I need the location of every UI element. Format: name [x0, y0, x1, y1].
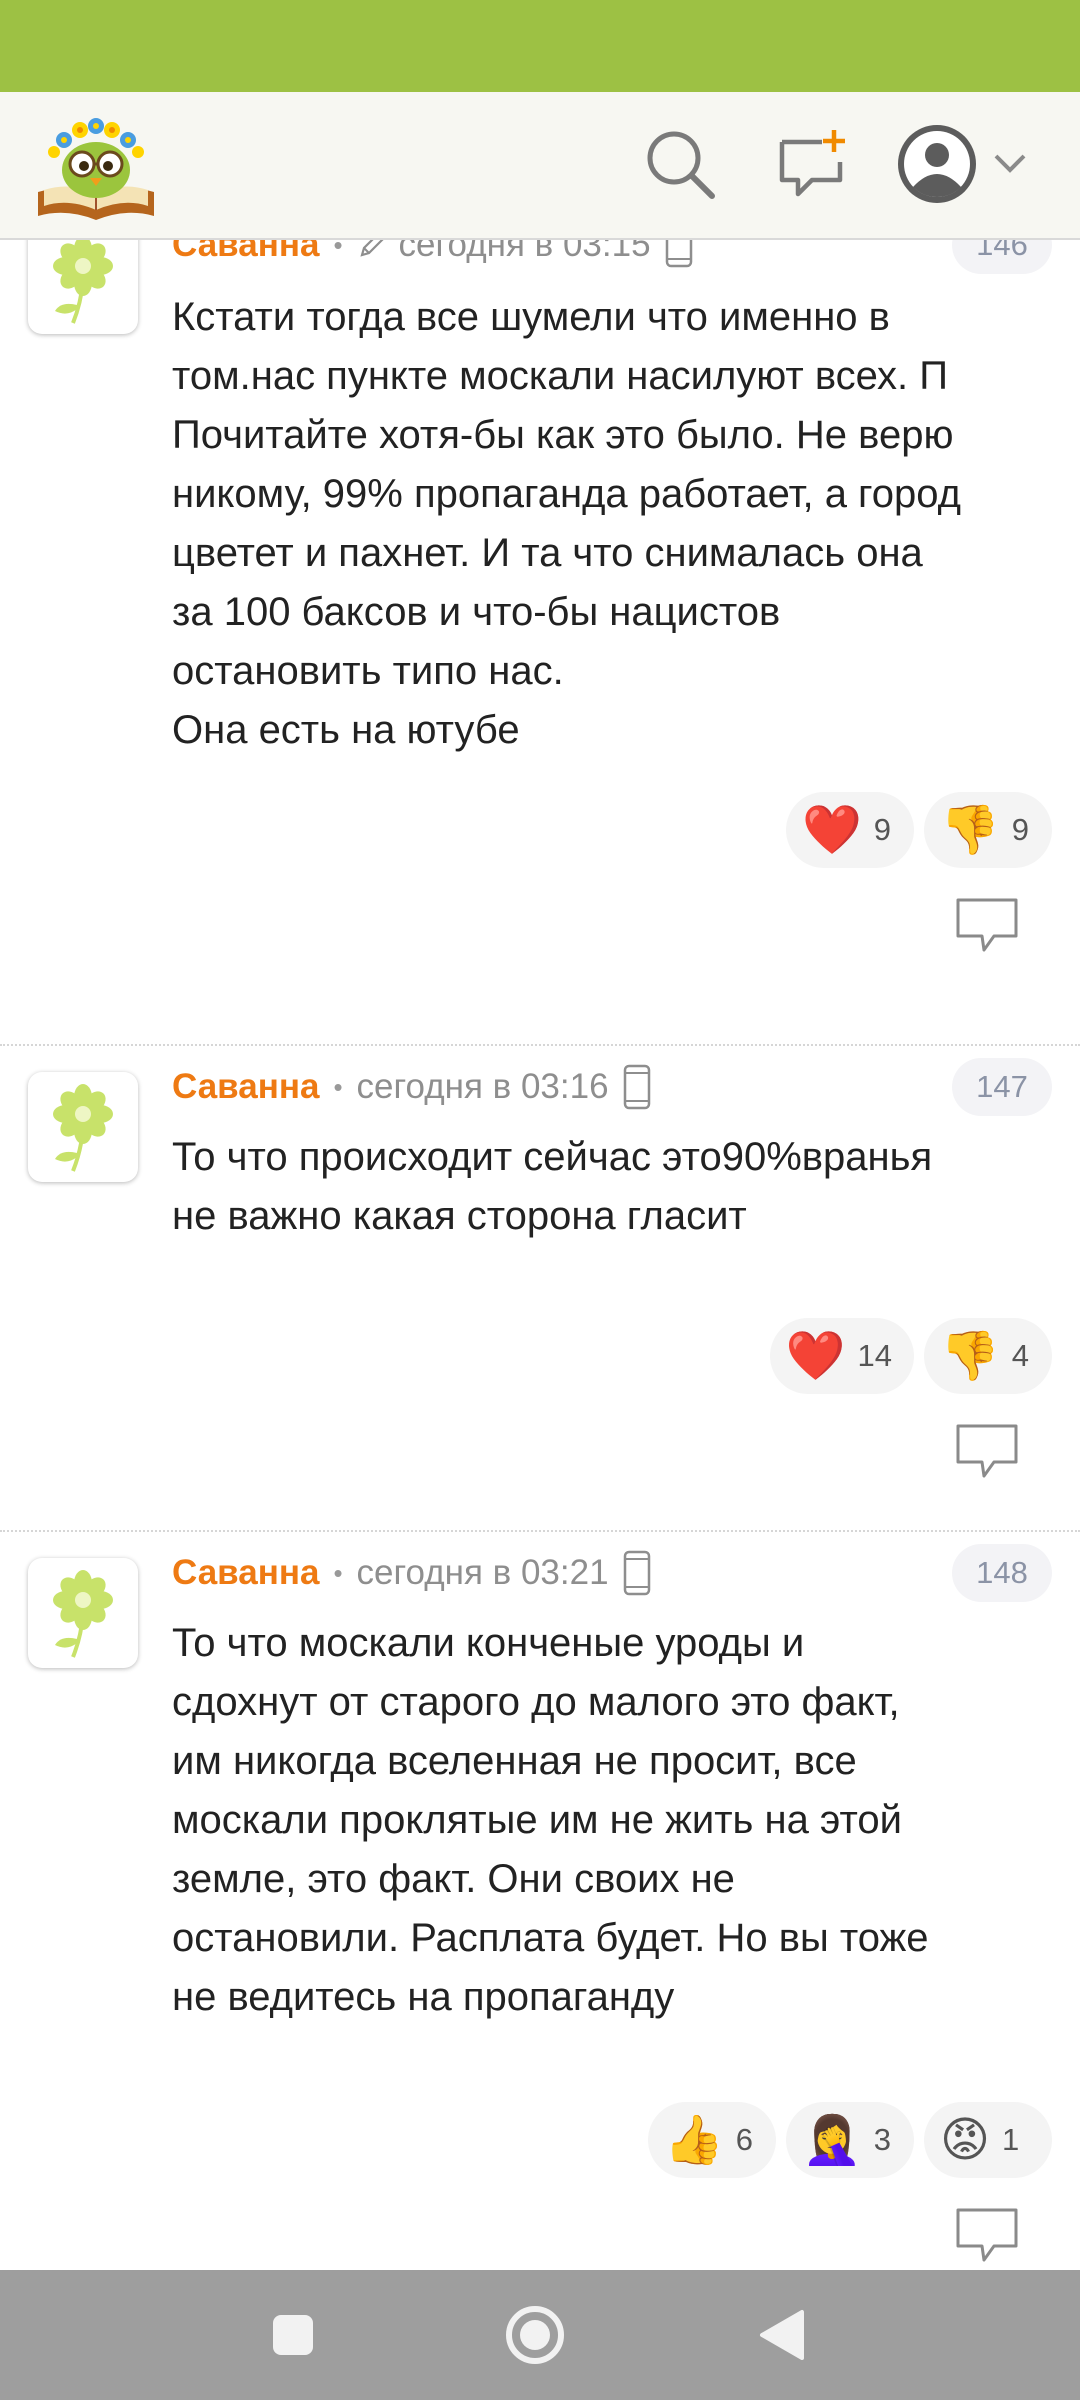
chevron-down-icon [994, 154, 1026, 173]
reaction-count: 14 [857, 1338, 892, 1373]
author-avatar[interactable] [28, 240, 138, 334]
user-avatar-icon [898, 125, 976, 203]
comment-header: Саванна • сегодня в 03:15 [172, 240, 693, 270]
back-triangle-icon[interactable] [738, 2292, 824, 2378]
daisy-flower-icon [53, 1084, 113, 1172]
reply-icon[interactable] [954, 1422, 1020, 1480]
thumbs-down-emoji-icon: 👎 [940, 802, 1000, 858]
reaction-count: 1 [1002, 2122, 1020, 2157]
comment-header: Саванна • сегодня в 03:16 [172, 1062, 651, 1112]
author-avatar[interactable] [28, 1072, 138, 1182]
daisy-flower-icon [53, 240, 113, 324]
reaction-count: 4 [1011, 1338, 1030, 1373]
mobile-device-icon [623, 1550, 651, 1596]
reactions-bar: ❤️ 14 👎 4 [769, 1318, 1052, 1394]
reaction-count: 3 [873, 2122, 892, 2157]
reaction-heart-button[interactable]: ❤️ 14 [769, 1318, 914, 1394]
reaction-heart-button[interactable]: ❤️ 9 [786, 792, 914, 868]
angry-face-emoji-icon: 😡 [940, 2112, 991, 2168]
reply-icon[interactable] [954, 896, 1020, 954]
facepalm-emoji-icon: 🤦‍♀️ [802, 2112, 862, 2168]
reaction-thumbs-down-button[interactable]: 👎 9 [924, 792, 1052, 868]
app-header [0, 92, 1080, 240]
system-navigation-bar [0, 2270, 1080, 2400]
reaction-angry-button[interactable]: 😡 1 [924, 2102, 1052, 2178]
comment-timestamp: сегодня в 03:21 [356, 1553, 609, 1592]
reaction-count: 9 [873, 812, 892, 847]
reactions-bar: ❤️ 9 👎 9 [786, 792, 1052, 868]
pencil-edited-icon [357, 240, 387, 260]
comment-number-badge[interactable]: 146 [952, 240, 1052, 274]
reaction-thumbs-down-button[interactable]: 👎 4 [924, 1318, 1052, 1394]
comment-timestamp: сегодня в 03:16 [356, 1067, 609, 1106]
recents-square-icon[interactable] [250, 2292, 336, 2378]
thumbs-down-emoji-icon: 👎 [940, 1328, 1000, 1384]
add-comment-icon[interactable] [772, 120, 852, 208]
comment-text: То что происходит сейчас это90%вранья не… [172, 1135, 933, 1238]
comment-number-badge[interactable]: 147 [952, 1058, 1052, 1116]
home-circle-icon[interactable] [492, 2292, 578, 2378]
separator-dot: • [333, 1071, 343, 1102]
comment-header: Саванна • сегодня в 03:21 [172, 1548, 651, 1598]
reactions-bar: 👍 6 🤦‍♀️ 3 😡 1 [648, 2102, 1052, 2178]
reaction-count: 6 [735, 2122, 754, 2157]
reaction-thumbs-up-button[interactable]: 👍 6 [648, 2102, 776, 2178]
reaction-count: 9 [1011, 812, 1030, 847]
mobile-device-icon [665, 240, 693, 268]
reply-icon[interactable] [954, 2206, 1020, 2264]
reaction-facepalm-button[interactable]: 🤦‍♀️ 3 [786, 2102, 914, 2178]
comment-divider [0, 1530, 1080, 1532]
separator-dot: • [333, 240, 343, 260]
mobile-device-icon [623, 1064, 651, 1110]
comment-timestamp: сегодня в 03:15 [398, 240, 651, 264]
author-name[interactable]: Саванна [172, 240, 319, 265]
comment-divider [0, 1044, 1080, 1046]
heart-emoji-icon: ❤️ [785, 1328, 846, 1384]
daisy-flower-icon [53, 1570, 113, 1658]
comments-list: Саванна • сегодня в 03:15 146 Кстати тог… [0, 240, 1080, 2270]
separator-dot: • [333, 1557, 343, 1588]
status-bar [0, 0, 1080, 92]
thumbs-up-emoji-icon: 👍 [664, 2112, 724, 2168]
author-name[interactable]: Саванна [172, 1067, 319, 1107]
owl-reading-book-logo-icon[interactable] [34, 110, 158, 222]
comment-number-badge[interactable]: 148 [952, 1544, 1052, 1602]
author-name[interactable]: Саванна [172, 1553, 319, 1593]
search-icon[interactable] [640, 120, 720, 208]
comment-text: То что москали конченые уроды и сдохнут … [172, 1621, 929, 2019]
author-avatar[interactable] [28, 1558, 138, 1668]
comment-text: Кстати тогда все шумели что именно в том… [172, 295, 961, 752]
heart-emoji-icon: ❤️ [802, 802, 862, 858]
user-menu-button[interactable] [896, 116, 1034, 212]
